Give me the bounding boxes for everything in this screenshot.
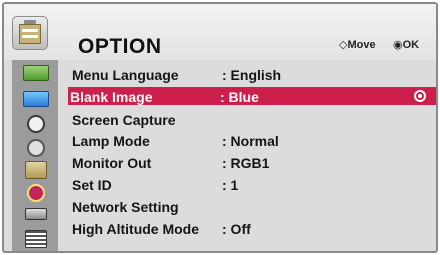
menu-item-value: : Normal (222, 133, 279, 149)
menu-item-label: Screen Capture (72, 112, 176, 128)
menu-item-set-id[interactable]: Set ID : 1 (70, 175, 436, 193)
input-icon[interactable] (25, 208, 47, 220)
menu-item-label: Blank Image (70, 89, 153, 105)
menu-item-label: Set ID (72, 177, 112, 193)
audio-icon[interactable] (23, 91, 49, 107)
menu-item-blank-image[interactable]: Blank Image : Blue (68, 87, 436, 105)
menu-item-label: High Altitude Mode (72, 221, 200, 237)
3d-icon[interactable] (25, 230, 47, 248)
menu-item-network-setting[interactable]: Network Setting (70, 197, 436, 215)
menu-item-label: Monitor Out (72, 155, 152, 171)
menu-item-screen-capture[interactable]: Screen Capture (70, 110, 436, 128)
option-menu-panel: OPTION ◇Move ◉OK Menu Language : English… (2, 2, 438, 253)
ok-hint: ◉OK (393, 39, 420, 51)
option-icon[interactable] (25, 161, 47, 179)
menu-item-menu-language[interactable]: Menu Language : English (70, 65, 436, 83)
clipboard-option-icon (12, 16, 48, 50)
menu-item-monitor-out[interactable]: Monitor Out : RGB1 (70, 153, 436, 171)
time-icon[interactable] (27, 115, 45, 133)
selected-indicator-icon (414, 90, 426, 102)
info-icon[interactable] (27, 184, 45, 202)
menu-item-label: Network Setting (72, 199, 179, 215)
clock-icon[interactable] (27, 139, 45, 157)
menu-item-value: : English (222, 67, 282, 83)
menu-item-value: : Blue (220, 89, 259, 105)
move-hint: ◇Move (339, 39, 376, 51)
page-title: OPTION (78, 35, 162, 58)
menu-item-label: Lamp Mode (72, 133, 150, 149)
menu-item-value: : RGB1 (222, 155, 270, 171)
menu-header: OPTION ◇Move ◉OK (4, 4, 436, 60)
menu-item-value: : Off (222, 221, 251, 237)
category-sidebar (12, 60, 58, 251)
menu-item-lamp-mode[interactable]: Lamp Mode : Normal (70, 131, 436, 149)
menu-item-high-altitude-mode[interactable]: High Altitude Mode : Off (70, 219, 436, 237)
menu-body: Menu Language : English Blank Image : Bl… (4, 60, 436, 251)
picture-icon[interactable] (23, 65, 49, 81)
menu-item-value: : 1 (222, 177, 239, 193)
menu-item-label: Menu Language (72, 67, 179, 83)
option-list: Menu Language : English Blank Image : Bl… (68, 60, 436, 251)
